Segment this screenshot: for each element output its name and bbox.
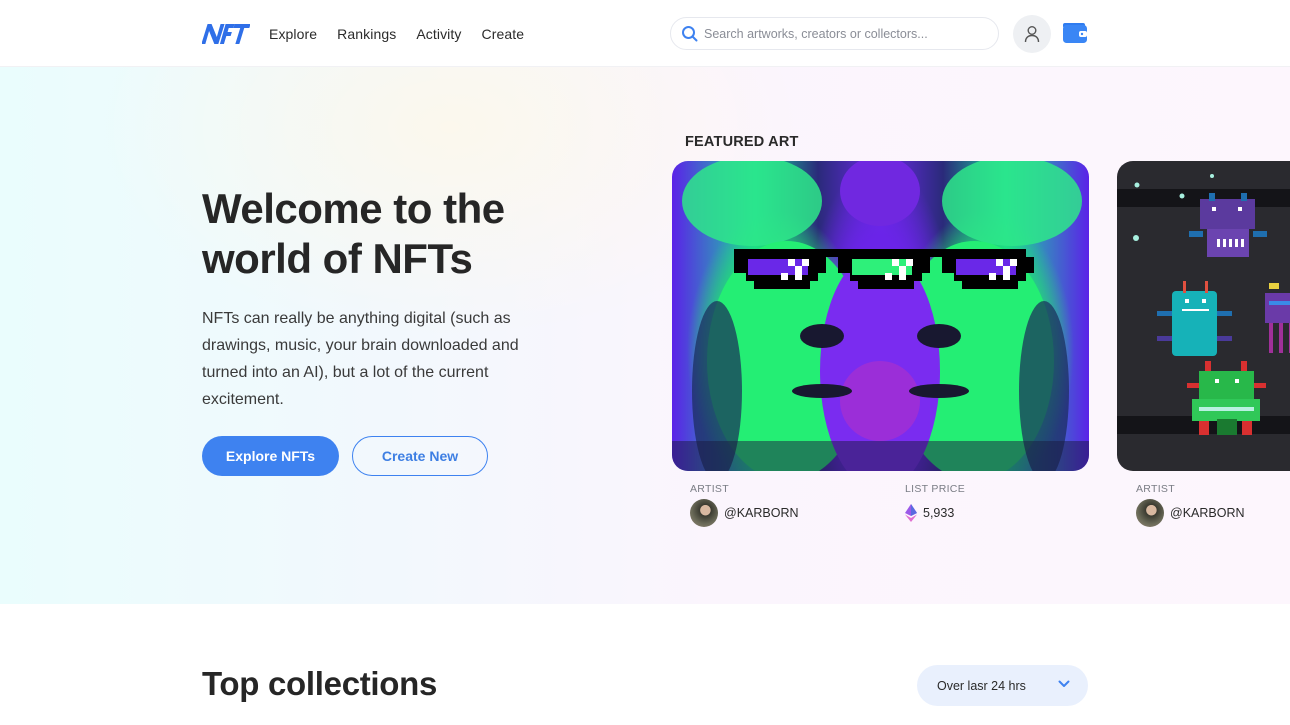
artist-avatar: [1136, 499, 1164, 527]
artwork-pixel-monsters: [1117, 161, 1290, 471]
nav-activity[interactable]: Activity: [416, 26, 461, 42]
hero-title: Welcome to the world of NFTs: [202, 184, 505, 284]
wallet-icon[interactable]: [1062, 22, 1088, 44]
list-price: 5,933: [905, 499, 954, 527]
period-dropdown[interactable]: Over lasr 24 hrs: [917, 665, 1088, 706]
artist-name: @KARBORN: [1170, 506, 1245, 520]
nav-create[interactable]: Create: [481, 26, 524, 42]
artwork-statue-glasses: [672, 161, 1089, 471]
featured-card[interactable]: ARTIST @KARBORN: [1117, 161, 1290, 527]
nav-rankings[interactable]: Rankings: [337, 26, 396, 42]
search-bar[interactable]: [670, 17, 999, 50]
hero-title-line2: world of NFTs: [202, 235, 473, 282]
search-icon: [682, 26, 698, 42]
chevron-down-icon: [1058, 680, 1070, 687]
hero-description: NFTs can really be anything digital (suc…: [202, 310, 519, 408]
explore-nfts-button[interactable]: Explore NFTs: [202, 436, 339, 476]
list-price-label: LIST PRICE: [905, 483, 965, 495]
nav-explore[interactable]: Explore: [269, 26, 317, 42]
top-navbar: Explore Rankings Activity Create: [0, 0, 1290, 67]
featured-artwork-image[interactable]: [1117, 161, 1290, 471]
user-icon: [1024, 26, 1040, 43]
featured-art-label: FEATURED ART: [685, 134, 799, 150]
hero-title-line1: Welcome to the: [202, 185, 505, 232]
main-nav: Explore Rankings Activity Create: [269, 26, 544, 42]
hero-section: Welcome to the world of NFTs NFTs can re…: [0, 67, 1290, 604]
price-value: 5,933: [923, 506, 955, 520]
search-input[interactable]: [704, 26, 984, 41]
nft-logo[interactable]: [202, 22, 250, 46]
artist-info[interactable]: @KARBORN: [1136, 499, 1245, 527]
artist-label: ARTIST: [1136, 483, 1175, 495]
top-collections-title: Top collections: [202, 665, 438, 702]
artist-info[interactable]: @KARBORN: [690, 499, 799, 527]
featured-card[interactable]: ARTIST @KARBORN LIST PRICE 5,933: [672, 161, 1089, 527]
user-profile-button[interactable]: [1013, 15, 1051, 53]
create-new-button[interactable]: Create New: [352, 436, 488, 476]
featured-artwork-image[interactable]: [672, 161, 1089, 471]
artist-avatar: [690, 499, 718, 527]
artist-name: @KARBORN: [724, 506, 799, 520]
artist-label: ARTIST: [690, 483, 729, 495]
ethereum-icon: [905, 504, 917, 522]
period-selected: Over lasr 24 hrs: [937, 678, 1026, 693]
